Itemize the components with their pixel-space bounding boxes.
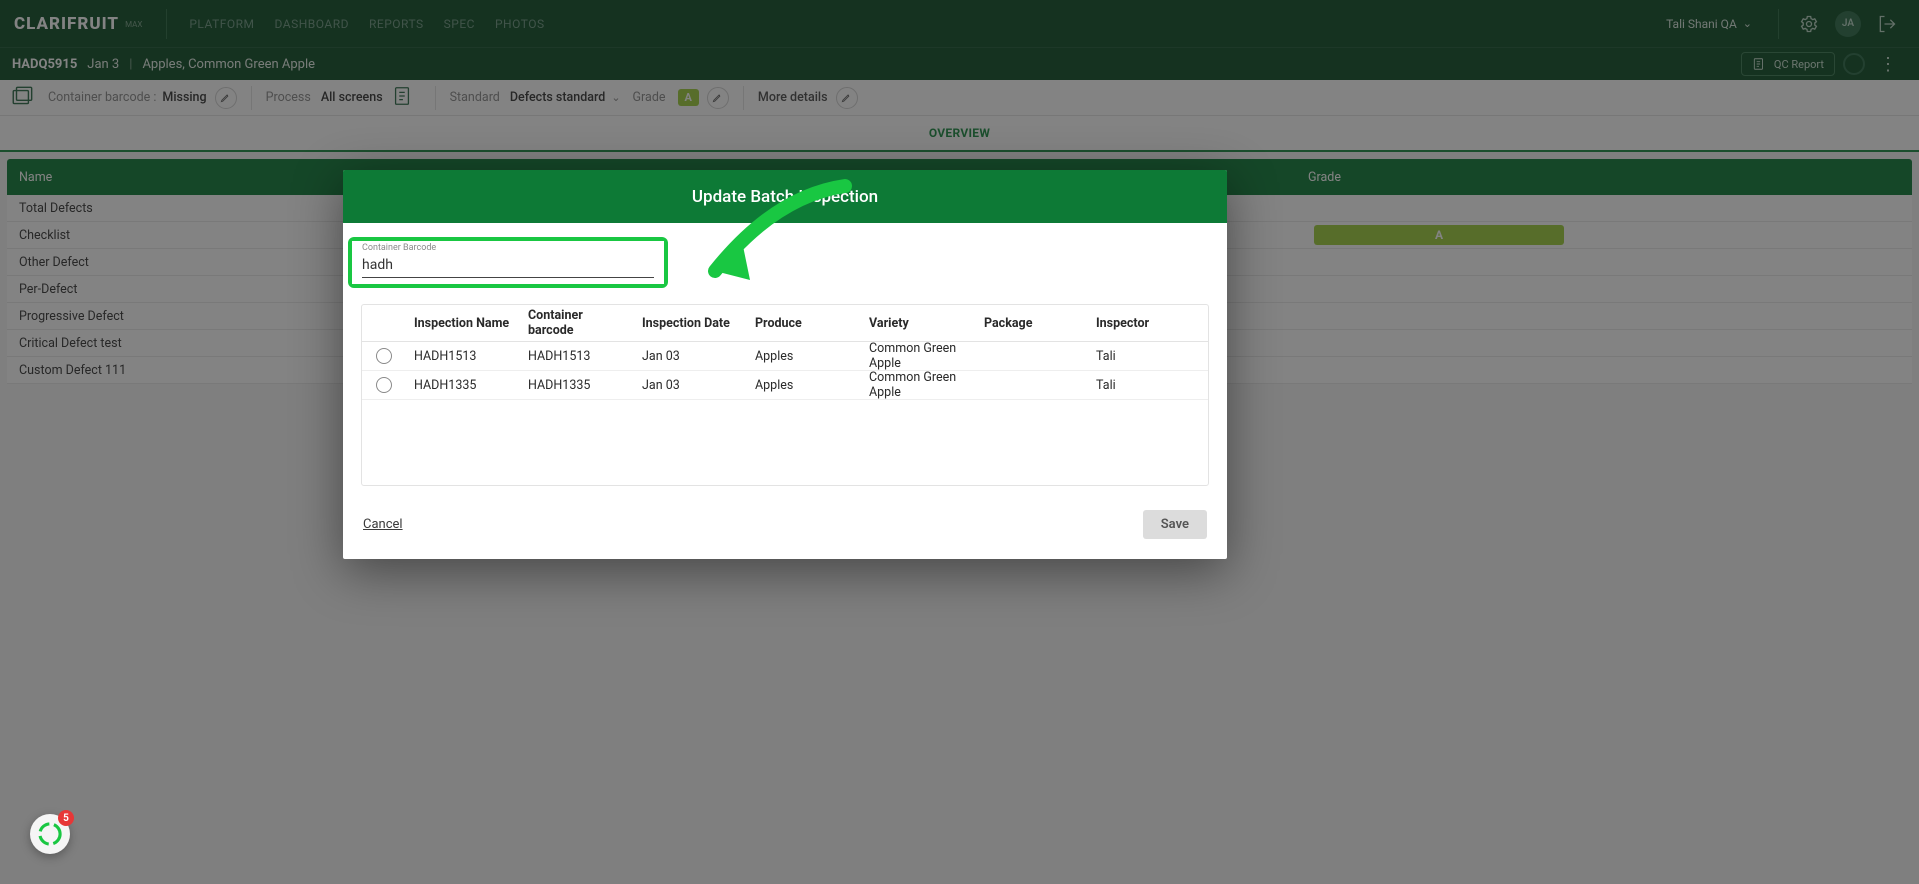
modal-title: Update Batch Inspection	[343, 170, 1227, 223]
chat-widget[interactable]: 5	[30, 814, 70, 854]
cancel-button[interactable]: Cancel	[363, 517, 403, 532]
container-barcode-field-label: Container Barcode	[362, 243, 436, 253]
list-item[interactable]: HADH1335 HADH1335 Jan 03 Apples Common G…	[362, 371, 1208, 400]
save-button[interactable]: Save	[1143, 510, 1207, 539]
modal-footer: Cancel Save	[343, 486, 1227, 559]
list-header: Inspection Name Container barcode Inspec…	[362, 305, 1208, 342]
radio-button[interactable]	[376, 377, 392, 393]
highlighted-input-wrapper: Container Barcode	[348, 237, 668, 288]
chat-badge: 5	[58, 810, 74, 826]
radio-button[interactable]	[376, 348, 392, 364]
update-batch-modal: Update Batch Inspection Container Barcod…	[343, 170, 1227, 559]
list-item[interactable]: HADH1513 HADH1513 Jan 03 Apples Common G…	[362, 342, 1208, 371]
inspection-results-list: Inspection Name Container barcode Inspec…	[361, 304, 1209, 486]
container-barcode-input[interactable]	[362, 249, 654, 278]
